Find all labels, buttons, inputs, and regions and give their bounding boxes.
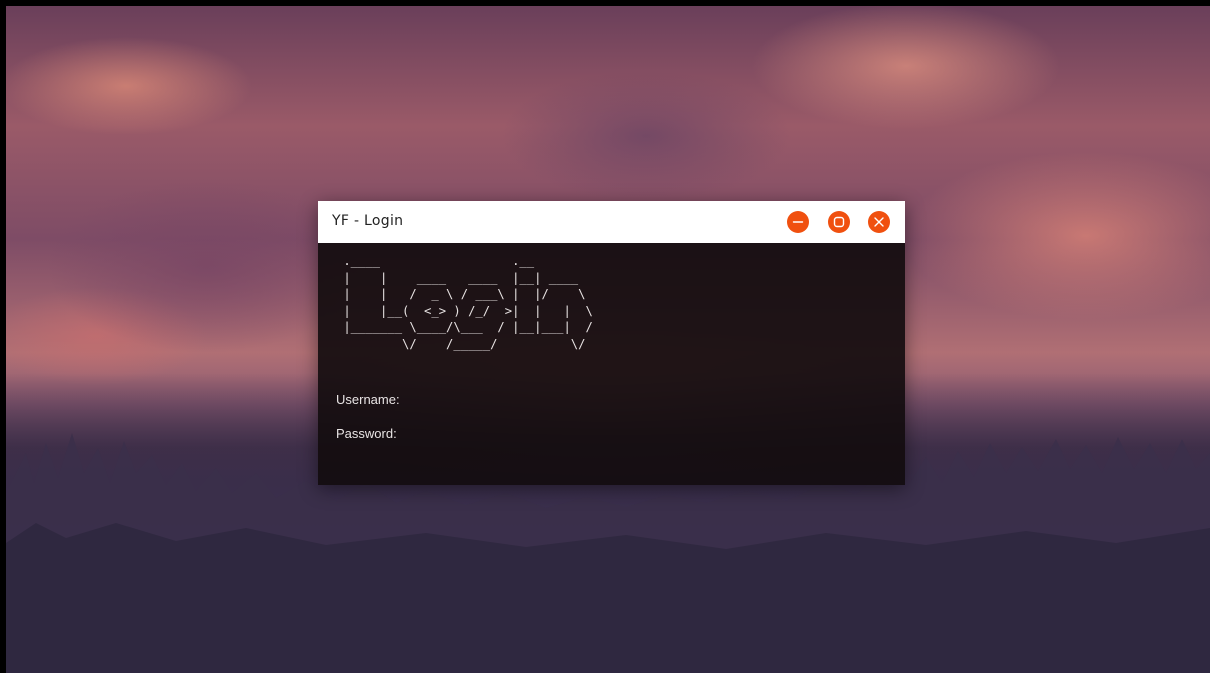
maximize-button[interactable] — [828, 211, 850, 233]
window-title: YF - Login — [332, 213, 404, 229]
login-window: YF - Login .____ .__ | | ____ ____ |__| … — [318, 201, 905, 485]
square-icon — [833, 216, 845, 228]
desktop: YF - Login .____ .__ | | ____ ____ |__| … — [0, 0, 1210, 673]
close-button[interactable] — [868, 211, 890, 233]
password-label: Password: — [336, 426, 397, 441]
title-bar[interactable]: YF - Login — [318, 201, 905, 243]
x-icon — [874, 217, 884, 227]
ascii-login-banner: .____ .__ | | ____ ____ |__| ____ | | / … — [343, 254, 593, 351]
username-input[interactable] — [404, 391, 704, 409]
login-panel: .____ .__ | | ____ ____ |__| ____ | | / … — [318, 243, 905, 485]
minimize-button[interactable] — [787, 211, 809, 233]
password-input[interactable] — [400, 425, 700, 443]
username-label: Username: — [336, 392, 400, 407]
minus-icon — [792, 221, 804, 223]
